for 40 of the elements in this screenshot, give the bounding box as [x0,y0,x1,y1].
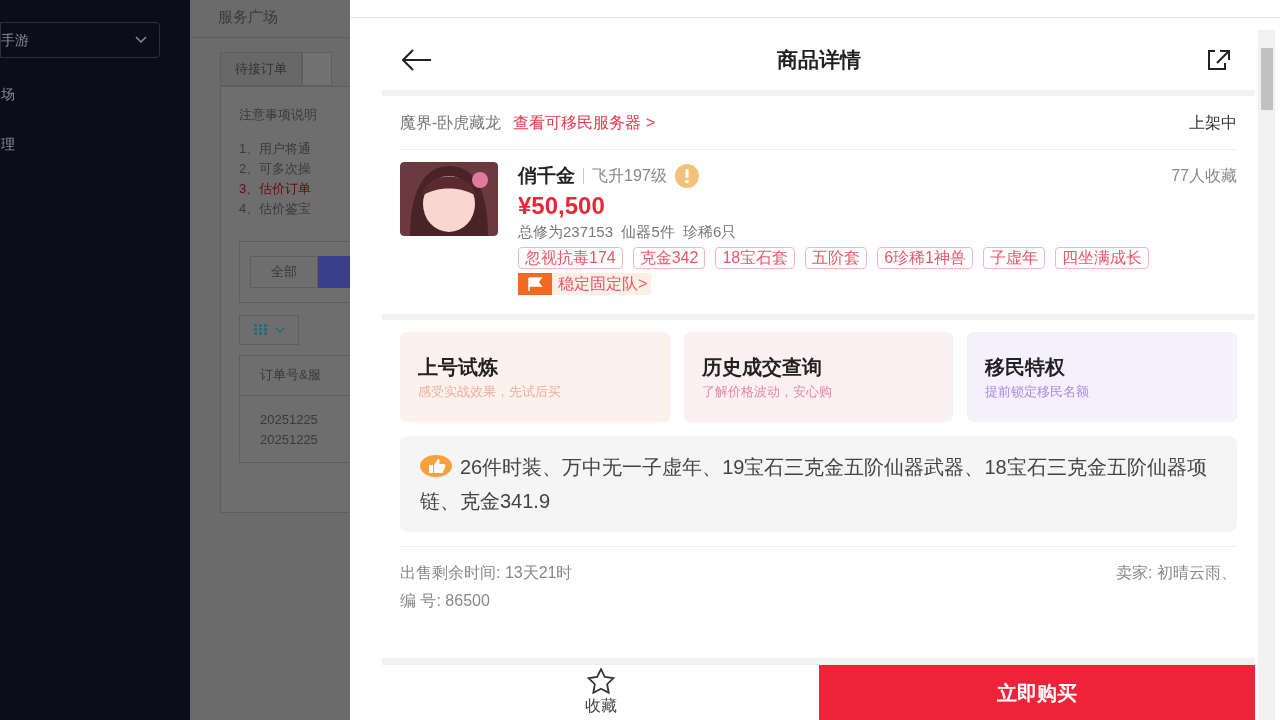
character-avatar-icon [400,162,498,236]
chevron-down-icon [135,36,147,44]
character-name: 俏千金 [518,164,575,188]
filter-button[interactable] [318,255,350,288]
listing-number: 编 号: 86500 [400,591,491,611]
seller-name: 卖家: 初晴云雨、 [1116,563,1237,583]
back-arrow-icon[interactable] [402,49,432,71]
favorite-count: 77人收藏 [1171,166,1237,187]
thumbs-up-icon [420,455,452,477]
feature-card[interactable]: 历史成交查询 了解价格波动，安心购 [683,332,954,422]
grid-icon [253,324,267,335]
attribute-tag: 子虚年 [983,247,1045,269]
star-icon [585,667,616,694]
server-name: 魔界-卧虎藏龙 [400,112,502,133]
feature-card[interactable]: 移民特权 提前锁定移民名额 [967,332,1237,422]
sidebar-item[interactable]: 场 [1,84,15,108]
warning-icon[interactable] [674,164,699,189]
feature-card[interactable]: 上号试炼 感受实战效果，先试后买 [400,332,670,422]
buy-now-button[interactable]: 立即购买 [819,665,1255,720]
notice-line: 3、估价订单 [239,179,313,198]
page-heading: 商品详情 [776,47,861,74]
attribute-tag: 忽视抗毒174 [518,247,623,269]
attribute-tag: 克金342 [632,247,706,269]
favorite-button[interactable]: 收藏 [382,665,819,720]
character-stats: 总修为237153 仙器5件 珍稀6只 [518,221,738,242]
chevron-down-icon [274,326,285,333]
attribute-tag: 四坐满成长 [1055,247,1149,269]
attribute-tag: 18宝石套 [715,247,796,269]
game-select[interactable]: 手游 [0,22,160,58]
listing-status: 上架中 [1189,112,1237,133]
team-badge[interactable]: 稳定固定队> [518,273,652,295]
highlight-description: 26件时装、万中无一子虚年、19宝石三克金五阶仙器武器、18宝石三克金五阶仙器项链、克金341.9 [420,454,1208,514]
remaining-time: 出售剩余时间: 13天21时 [400,563,573,583]
attribute-tag: 五阶套 [805,247,868,269]
server-link[interactable]: 查看可移民服务器 > [513,110,656,135]
flag-icon [518,273,552,295]
attribute-tag: 6珍稀1神兽 [877,247,973,269]
price: ¥50,500 [518,190,606,221]
character-level: 飞升197级 [592,166,667,187]
sidebar-item[interactable]: 理 [1,134,15,158]
